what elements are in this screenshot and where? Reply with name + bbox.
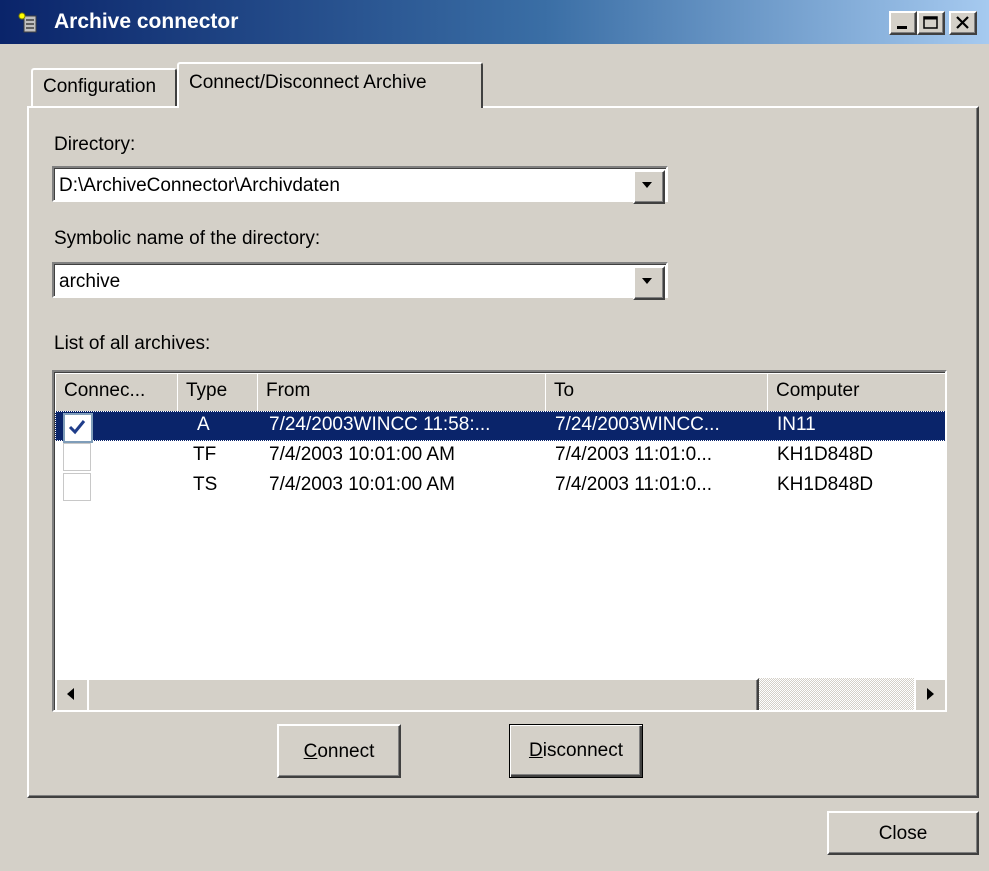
symbolic-name-label: Symbolic name of the directory: — [54, 228, 321, 249]
directory-value: D:\ArchiveConnector\Archivdaten — [59, 175, 340, 196]
tab-configuration[interactable]: Configuration — [31, 68, 177, 108]
scroll-left-button[interactable] — [55, 678, 91, 710]
connected-checkbox[interactable] — [63, 413, 93, 443]
connect-button[interactable]: Connect — [277, 724, 401, 778]
directory-dropdown-button[interactable] — [633, 170, 665, 204]
close-icon — [956, 16, 969, 29]
scroll-thumb[interactable] — [87, 678, 759, 710]
cell-type: TS — [193, 474, 218, 495]
checkmark-icon — [68, 420, 86, 435]
column-header-type[interactable]: Type — [177, 373, 267, 414]
chevron-down-icon — [642, 182, 652, 188]
tab-connect-disconnect-archive[interactable]: Connect/Disconnect Archive — [177, 62, 483, 108]
archive-connector-icon — [18, 12, 37, 33]
directory-combobox[interactable]: D:\ArchiveConnector\Archivdaten — [52, 166, 668, 204]
close-button[interactable]: Close — [827, 811, 979, 855]
maximize-button[interactable] — [917, 11, 945, 35]
horizontal-scrollbar[interactable] — [55, 678, 945, 710]
minimize-button[interactable] — [889, 11, 917, 35]
chevron-down-icon — [642, 278, 652, 284]
minimize-icon — [897, 26, 907, 29]
cell-to: 7/4/2003 11:01:0... — [555, 474, 713, 495]
cell-type: TF — [193, 444, 217, 465]
cell-from: 7/24/2003WINCC 11:58:... — [269, 414, 491, 435]
symbolic-name-value: archive — [59, 271, 121, 292]
chevron-right-icon — [927, 688, 934, 700]
scroll-right-button[interactable] — [914, 678, 945, 710]
column-header-computer[interactable]: Computer — [767, 373, 945, 414]
maximize-icon — [923, 16, 938, 29]
cell-to: 7/4/2003 11:01:0... — [555, 444, 713, 465]
connect-mnemonic: C — [303, 741, 318, 762]
close-window-button[interactable] — [949, 11, 977, 35]
cell-from: 7/4/2003 10:01:00 AM — [269, 474, 455, 495]
cell-from: 7/4/2003 10:01:00 AM — [269, 444, 455, 465]
title-bar: Archive connector — [0, 0, 989, 44]
disconnect-mnemonic: D — [528, 740, 543, 761]
cell-to: 7/24/2003WINCC... — [555, 414, 720, 435]
cell-computer: KH1D848D — [777, 474, 874, 495]
disconnect-button[interactable]: Disconnect — [509, 724, 643, 778]
table-row[interactable]: TF 7/4/2003 10:01:00 AM 7/4/2003 11:01:0… — [55, 441, 945, 471]
window-title: Archive connector — [54, 10, 239, 33]
disconnect-label: isconnect — [542, 740, 623, 761]
cell-computer: IN11 — [777, 414, 816, 435]
column-header-to[interactable]: To — [545, 373, 777, 414]
table-row[interactable]: TS 7/4/2003 10:01:00 AM 7/4/2003 11:01:0… — [55, 471, 945, 501]
table-row[interactable]: A 7/24/2003WINCC 11:58:... 7/24/2003WINC… — [55, 411, 945, 443]
symbolic-name-combobox[interactable]: archive — [52, 262, 668, 300]
column-header-from[interactable]: From — [257, 373, 555, 414]
archives-list-label: List of all archives: — [54, 333, 211, 354]
symbolic-name-dropdown-button[interactable] — [633, 266, 665, 300]
connected-checkbox[interactable] — [63, 443, 91, 471]
chevron-left-icon — [67, 688, 74, 700]
cell-type: A — [197, 414, 210, 435]
connect-label: onnect — [317, 741, 375, 762]
archives-listview[interactable]: Connec... Type From To Computer A 7/24/2… — [52, 370, 947, 712]
column-header-connected[interactable]: Connec... — [55, 373, 187, 414]
connected-checkbox[interactable] — [63, 473, 91, 501]
directory-label: Directory: — [54, 134, 136, 155]
cell-computer: KH1D848D — [777, 444, 874, 465]
